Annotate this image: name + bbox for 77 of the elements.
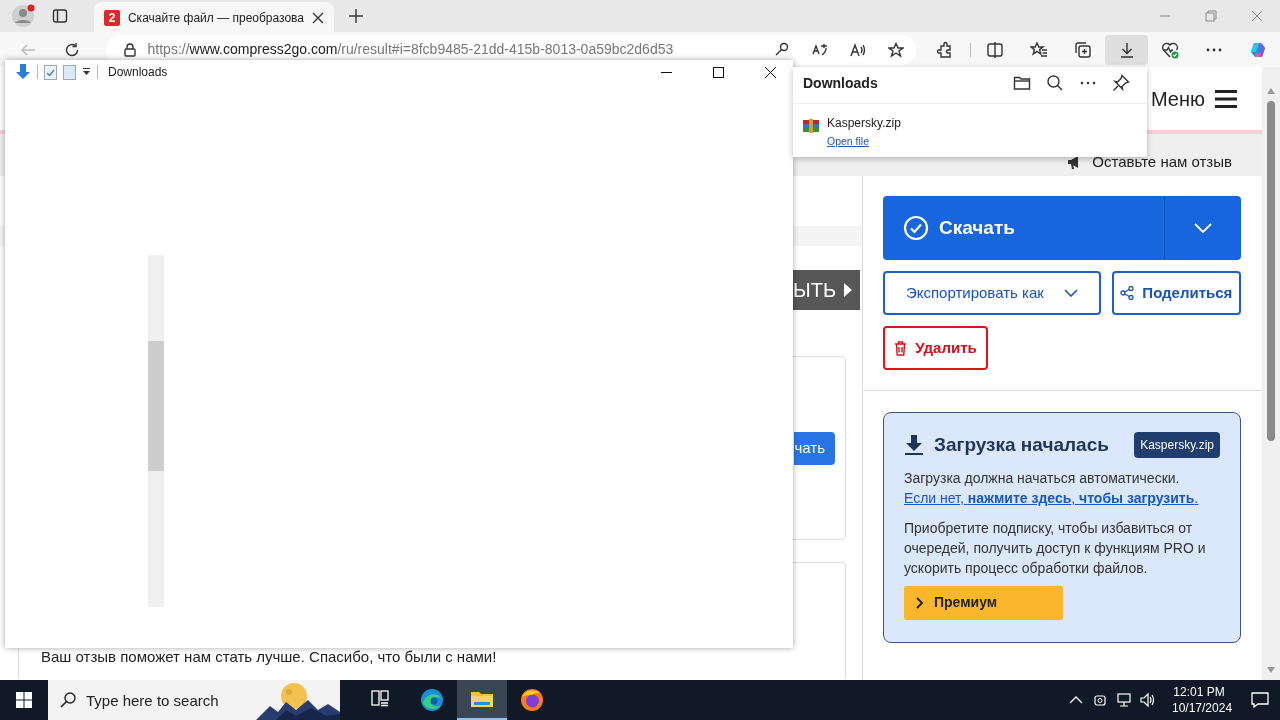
scrollbar-thumb[interactable] bbox=[148, 341, 164, 471]
search-icon bbox=[60, 692, 76, 708]
chevron-icon bbox=[1194, 223, 1212, 233]
close-icon[interactable] bbox=[764, 66, 776, 78]
premium-button[interactable]: Премиум bbox=[904, 585, 1063, 620]
check-circle-icon bbox=[903, 215, 929, 241]
folder-icon[interactable] bbox=[1012, 74, 1031, 92]
webcam-icon[interactable] bbox=[1092, 692, 1108, 708]
search-field[interactable]: Type here to search bbox=[76, 680, 246, 720]
scroll-down-icon bbox=[1266, 666, 1276, 674]
pin-icon[interactable] bbox=[1111, 74, 1130, 92]
browser-tab[interactable]: 2 Скачайте файл — преобразова bbox=[94, 2, 334, 34]
notice-title: Загрузка началась bbox=[934, 433, 1110, 457]
scroll-up-icon bbox=[1266, 87, 1276, 95]
chevron-icon bbox=[916, 596, 924, 609]
lock-icon bbox=[123, 42, 136, 57]
scrollbar[interactable] bbox=[1262, 67, 1280, 680]
feedback-link[interactable]: Оставьте нам отзыв bbox=[1092, 150, 1232, 173]
chevron-icon bbox=[1063, 289, 1078, 297]
file-name: Kaspersky.zip bbox=[827, 115, 901, 132]
network-icon[interactable] bbox=[1116, 692, 1132, 708]
archive-icon bbox=[803, 118, 819, 134]
scrollbar[interactable] bbox=[148, 255, 164, 607]
maximize-icon[interactable] bbox=[712, 66, 724, 78]
properties-icon[interactable] bbox=[44, 64, 57, 80]
download-icon-button[interactable] bbox=[1104, 34, 1149, 65]
delete-button[interactable]: Удалить bbox=[883, 326, 988, 370]
profile-icon[interactable] bbox=[11, 4, 35, 28]
volume-icon[interactable] bbox=[1140, 692, 1156, 708]
share-button[interactable]: Поделиться bbox=[1111, 271, 1241, 315]
moon-landscape-icon bbox=[256, 680, 340, 720]
feedback-note: Ваш отзыв поможет нам стать лучше. Спасибо, что были с нами! bbox=[41, 648, 497, 665]
window-title: Downloads bbox=[108, 64, 169, 81]
more-icon bbox=[1206, 47, 1223, 52]
menu-button[interactable]: Меню bbox=[1150, 83, 1237, 114]
close-icon[interactable] bbox=[312, 12, 324, 24]
translate-icon[interactable] bbox=[812, 41, 829, 58]
clock[interactable]: 12:01 PM 10/17/2024 bbox=[1166, 683, 1232, 717]
windows-logo-icon[interactable] bbox=[16, 692, 32, 708]
panel-title: Downloads bbox=[803, 73, 879, 93]
caret-icon[interactable] bbox=[82, 67, 91, 77]
more-icon[interactable] bbox=[1079, 81, 1096, 85]
tab-actions-icon[interactable] bbox=[52, 8, 68, 24]
key-icon[interactable] bbox=[774, 41, 791, 58]
notice-text: Загрузка должна начаться автоматически. bbox=[904, 468, 1181, 488]
open-file-link[interactable]: Open file bbox=[827, 134, 901, 150]
search-icon[interactable] bbox=[1045, 74, 1064, 92]
refresh-icon[interactable] bbox=[63, 41, 80, 58]
subscription-text: Приобретите подписку, чтобы избавиться от очередей, получить доступ к функциям PRO и ускорить процесс обработки файлов. bbox=[904, 518, 1207, 578]
file-name-tag: Kaspersky.zip bbox=[1134, 432, 1220, 459]
copilot-icon bbox=[1249, 40, 1268, 59]
caret-icon bbox=[844, 283, 852, 297]
trash-icon bbox=[894, 340, 908, 356]
download-icon bbox=[904, 435, 924, 456]
scrollbar-thumb[interactable] bbox=[1267, 101, 1275, 441]
taskbar-app-button[interactable] bbox=[457, 680, 507, 720]
plus-icon[interactable] bbox=[348, 8, 364, 24]
split-screen-icon bbox=[986, 40, 1005, 59]
favicon: 2 bbox=[104, 10, 120, 26]
url-text: https://www.compress2go.com/ru/result#i=8fcb9485-21dd-415b-8013-0a59bc2d6d53 bbox=[147, 40, 675, 59]
edge-icon bbox=[420, 688, 444, 712]
tab-title: Скачайте файл — преобразова bbox=[127, 10, 305, 27]
download-link[interactable]: Если нет, нажмите здесь, чтобы загрузить. bbox=[904, 487, 1220, 508]
export-button[interactable]: Экспортировать как bbox=[883, 271, 1101, 315]
notification-icon[interactable] bbox=[1251, 691, 1269, 709]
menu-icon bbox=[1215, 88, 1237, 109]
read-aloud-icon[interactable] bbox=[850, 41, 867, 58]
star-icon[interactable] bbox=[888, 41, 905, 58]
open-button[interactable]: ЫТЬ bbox=[793, 270, 860, 310]
favorites-icon bbox=[1029, 40, 1048, 59]
search-bar[interactable]: Type here to search bbox=[48, 680, 340, 720]
collections-icon bbox=[1073, 40, 1092, 59]
down-arrow-icon[interactable] bbox=[15, 64, 31, 80]
firefox-icon bbox=[520, 688, 544, 712]
heart-pulse-icon bbox=[1161, 40, 1180, 59]
share-icon bbox=[1120, 286, 1135, 300]
action-button[interactable]: чать bbox=[794, 432, 835, 465]
